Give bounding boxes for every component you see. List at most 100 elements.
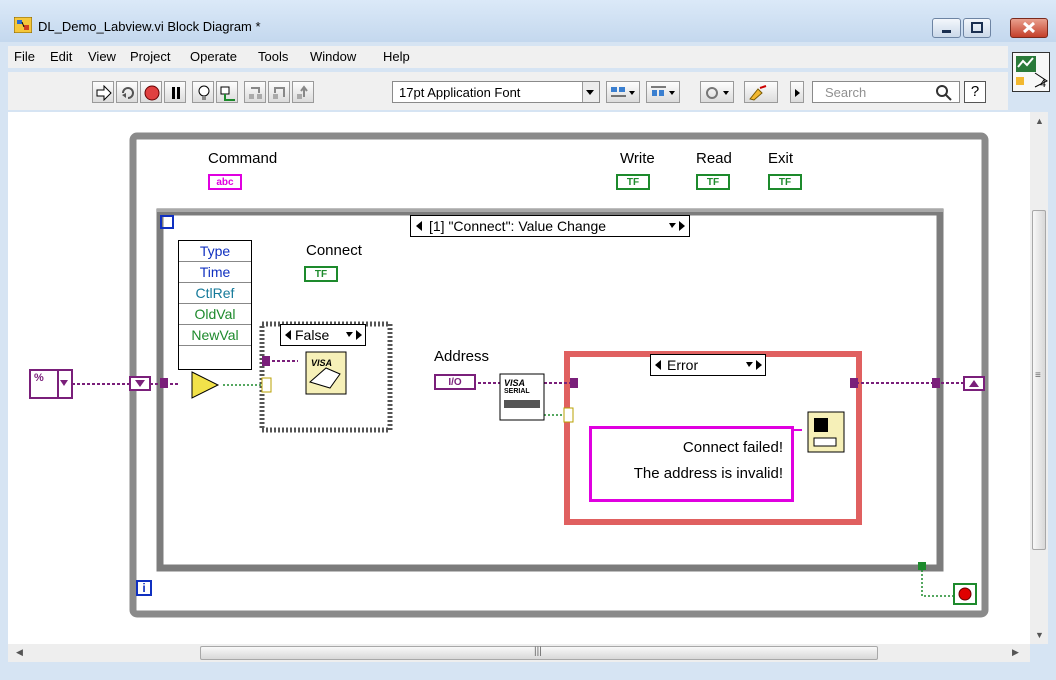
address-terminal[interactable]: I/O bbox=[434, 374, 476, 390]
scroll-grip-icon: ||| bbox=[534, 646, 542, 657]
increment-arrow-icon[interactable] bbox=[667, 216, 687, 236]
font-dropdown-arrow[interactable] bbox=[582, 82, 599, 102]
retain-wire-values-button[interactable] bbox=[216, 81, 238, 103]
event-selector-label: [1] "Connect": Value Change bbox=[429, 218, 607, 234]
pause-icon bbox=[172, 87, 180, 99]
exit-terminal[interactable]: TF bbox=[768, 174, 802, 190]
highlight-execution-button[interactable] bbox=[192, 81, 214, 103]
run-continuously-button[interactable] bbox=[116, 81, 138, 103]
false-case-selector[interactable]: False bbox=[280, 324, 366, 346]
menu-help[interactable]: Help bbox=[383, 49, 410, 64]
visa-serial-sublabel: SERIAL bbox=[504, 388, 530, 395]
maximize-button[interactable] bbox=[963, 18, 991, 38]
command-terminal[interactable]: abc bbox=[208, 174, 242, 190]
lightbulb-icon bbox=[198, 85, 210, 100]
vi-icon[interactable]: 4 bbox=[1012, 52, 1050, 92]
event-data-oldval[interactable]: OldVal bbox=[179, 304, 251, 325]
step-over-icon bbox=[273, 87, 285, 99]
scroll-left-icon[interactable]: ◀ bbox=[16, 647, 23, 658]
event-structure-frame[interactable] bbox=[156, 208, 944, 572]
cleanup-diagram-button[interactable] bbox=[744, 81, 778, 103]
event-selector[interactable]: [1] "Connect": Value Change bbox=[410, 215, 690, 237]
window-title: DL_Demo_Labview.vi Block Diagram * bbox=[38, 19, 261, 34]
iteration-terminal[interactable]: i bbox=[136, 580, 152, 596]
scroll-right-icon[interactable]: ▶ bbox=[1012, 647, 1019, 658]
font-select[interactable]: 17pt Application Font bbox=[392, 81, 600, 103]
labview-app-icon bbox=[14, 17, 32, 33]
event-data-time[interactable]: Time bbox=[179, 262, 251, 283]
run-continuously-icon bbox=[122, 87, 134, 99]
labview-window: DL_Demo_Labview.vi Block Diagram * File … bbox=[0, 0, 1056, 680]
distribute-icon bbox=[651, 86, 675, 96]
address-label: Address bbox=[434, 348, 490, 365]
close-button[interactable] bbox=[1010, 18, 1048, 38]
distribute-objects-button[interactable] bbox=[646, 81, 680, 103]
step-out-button[interactable] bbox=[292, 81, 314, 103]
cleanup-broom-icon bbox=[749, 85, 767, 101]
menu-edit[interactable]: Edit bbox=[50, 49, 72, 64]
align-icon bbox=[611, 87, 635, 97]
read-label: Read bbox=[696, 150, 732, 167]
context-help-button[interactable]: ? bbox=[964, 81, 986, 103]
compare-node[interactable] bbox=[191, 371, 220, 399]
scroll-up-icon[interactable]: ▲ bbox=[1035, 116, 1044, 126]
read-terminal[interactable]: TF bbox=[696, 174, 730, 190]
search-placeholder: Search bbox=[825, 85, 867, 100]
message-string-constant[interactable]: Connect failed! The address is invalid! bbox=[589, 426, 794, 502]
connect-terminal[interactable]: TF bbox=[304, 266, 338, 282]
reorder-button[interactable] bbox=[700, 81, 734, 103]
menu-operate[interactable]: Operate bbox=[190, 49, 237, 64]
search-box[interactable]: Search bbox=[812, 81, 960, 103]
minimize-icon bbox=[942, 30, 951, 33]
step-over-button[interactable] bbox=[268, 81, 290, 103]
case-selector-terminal bbox=[563, 407, 574, 423]
false-case-selector-terminal bbox=[261, 377, 272, 393]
case-prev-arrow-icon[interactable] bbox=[652, 355, 664, 375]
scroll-down-icon[interactable]: ▼ bbox=[1035, 630, 1044, 640]
align-objects-button[interactable] bbox=[606, 81, 640, 103]
message-line-1: Connect failed! bbox=[682, 439, 783, 456]
message-line-2: The address is invalid! bbox=[633, 465, 783, 482]
error-case-label: Error bbox=[667, 357, 699, 373]
palette-toggle-button[interactable] bbox=[790, 81, 804, 103]
chevron-down-icon bbox=[586, 90, 594, 95]
decrement-arrow-icon[interactable] bbox=[413, 216, 425, 236]
maximize-icon bbox=[971, 22, 983, 33]
pause-button[interactable] bbox=[164, 81, 186, 103]
font-select-value: 17pt Application Font bbox=[399, 85, 521, 100]
menu-view[interactable]: View bbox=[88, 49, 116, 64]
event-data-newval[interactable]: NewVal bbox=[179, 325, 251, 346]
false-case-label: False bbox=[295, 327, 330, 343]
horizontal-scrollbar[interactable]: ◀ ||| ▶ bbox=[8, 644, 1030, 662]
close-icon bbox=[1022, 21, 1036, 34]
run-button[interactable] bbox=[92, 81, 114, 103]
step-out-icon bbox=[297, 85, 308, 99]
abort-button[interactable] bbox=[140, 81, 162, 103]
stop-sign-icon bbox=[144, 85, 160, 101]
menu-window[interactable]: Window bbox=[310, 49, 356, 64]
menu-tools[interactable]: Tools bbox=[258, 49, 288, 64]
timeout-hourglass-icon[interactable] bbox=[160, 215, 174, 229]
enum-control-label: % bbox=[34, 372, 44, 384]
minimize-button[interactable] bbox=[932, 18, 961, 38]
step-into-icon bbox=[249, 87, 262, 99]
run-arrow-icon bbox=[96, 85, 112, 101]
event-data-type[interactable]: Type bbox=[179, 241, 251, 262]
toolbar: 17pt Application Font Search ? bbox=[8, 72, 1008, 110]
vertical-scrollbar[interactable]: ▲ ≡ ▼ bbox=[1030, 112, 1048, 644]
event-data-node[interactable]: Type Time CtlRef OldVal NewVal bbox=[178, 240, 252, 370]
case-prev-arrow-icon[interactable] bbox=[282, 325, 294, 345]
step-into-button[interactable] bbox=[244, 81, 266, 103]
menu-file[interactable]: File bbox=[14, 49, 35, 64]
write-terminal[interactable]: TF bbox=[616, 174, 650, 190]
scroll-grip-icon: ≡ bbox=[1035, 370, 1041, 381]
event-data-ctlref[interactable]: CtlRef bbox=[179, 283, 251, 304]
exit-label: Exit bbox=[768, 150, 794, 167]
search-icon[interactable] bbox=[935, 84, 953, 102]
case-next-arrow-icon[interactable] bbox=[744, 355, 764, 375]
case-next-arrow-icon[interactable] bbox=[344, 325, 364, 345]
block-diagram-canvas[interactable]: Command abc Write TF Read TF Exit TF [1]… bbox=[8, 112, 1030, 644]
menu-project[interactable]: Project bbox=[130, 49, 170, 64]
error-case-selector[interactable]: Error bbox=[650, 354, 766, 376]
connector-count: 4 bbox=[1039, 78, 1046, 90]
